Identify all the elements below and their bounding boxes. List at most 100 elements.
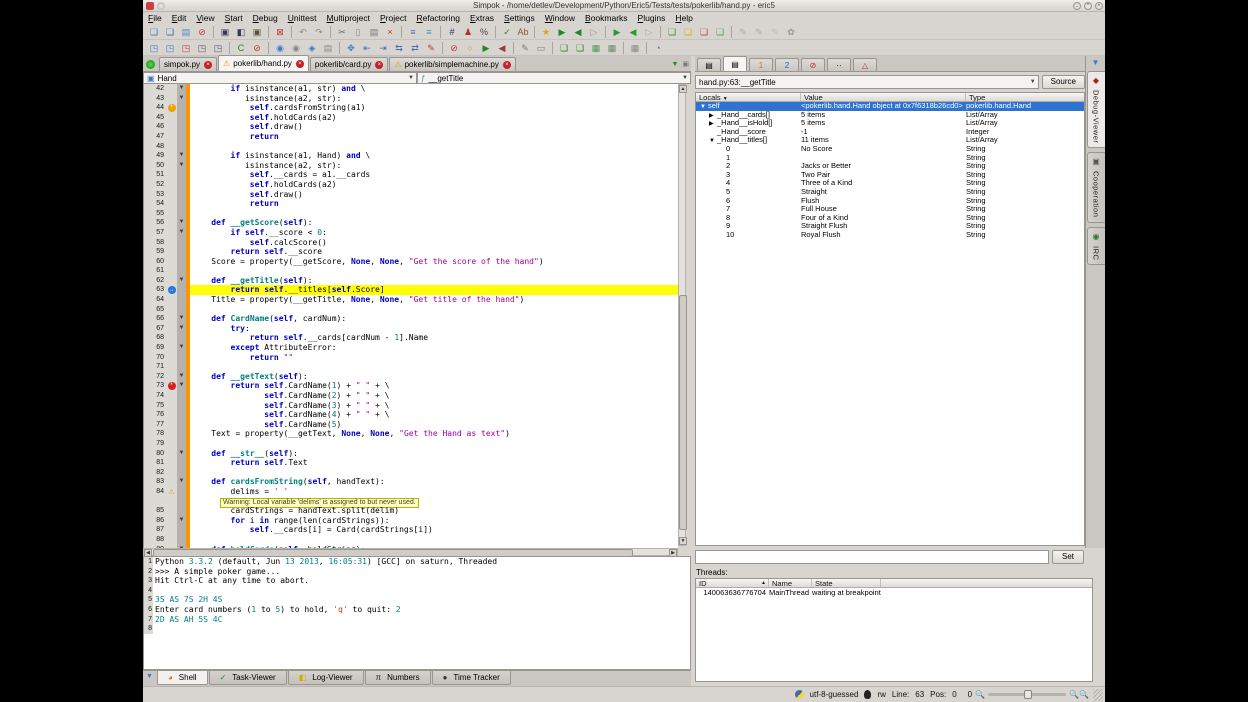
stop-debug-icon[interactable]: ⊘ (447, 41, 462, 55)
code-text[interactable]: def __str__(self): (190, 449, 678, 459)
warning-next-icon[interactable]: ▶ (610, 25, 625, 39)
zoom-slider[interactable] (988, 693, 1066, 696)
globals-tab[interactable]: ▤ (697, 58, 721, 71)
shell-line-3[interactable]: 3Hit Ctrl-C at any time to abort. (144, 576, 690, 586)
exceptions-tab[interactable]: △ (853, 58, 877, 71)
debugger-1-icon[interactable]: ❏ (557, 41, 572, 55)
editor-tab-pokerlib-hand-py[interactable]: ⚠pokerlib/hand.py× (218, 55, 309, 71)
debugger-4-icon[interactable]: ▦ (605, 41, 620, 55)
breakpoints-tab[interactable]: ⊘ (801, 58, 825, 71)
code-text[interactable]: return self.Text (190, 458, 678, 468)
bottom-tab-time-tracker[interactable]: ●Time Tracker (432, 671, 511, 685)
locals-row-2[interactable]: 2Jacks or BetterString (696, 162, 1084, 171)
bookmark-clear-icon[interactable]: ▷ (587, 25, 602, 39)
fold-open-icon[interactable]: ▼ (177, 84, 186, 94)
call-stack-tab[interactable]: 1 (749, 58, 773, 71)
close-button[interactable]: × (1095, 2, 1103, 10)
editor-line-45[interactable]: 45 self.holdCards(a2) (144, 113, 678, 123)
debug-script-icon[interactable]: ◈ (305, 41, 320, 55)
code-text[interactable]: return (190, 132, 678, 142)
code-text[interactable] (190, 439, 678, 449)
editor-line-84[interactable]: 84⚠ delims = ' ' (144, 487, 678, 497)
print-file-icon[interactable]: ▤ (179, 25, 194, 39)
continue-icon[interactable]: ▶ (479, 41, 494, 55)
view-profile-3-icon[interactable]: ◳ (179, 41, 194, 55)
locals-row-6[interactable]: 6FlushString (696, 197, 1084, 206)
threads-table-header[interactable]: ID ▲NameState (696, 579, 1092, 588)
editor-line-76[interactable]: 76 self.CardName(4) + " " + \ (144, 410, 678, 420)
locals-row--hand-cards-[interactable]: ▶_Hand__cards[]5 itemsList/Array (696, 111, 1084, 120)
minimize-button[interactable]: ⌄ (1073, 2, 1081, 10)
maximize-button[interactable]: ^ (1084, 2, 1092, 10)
tab-close-icon[interactable]: × (204, 61, 212, 69)
bottom-tab-shell[interactable]: ◕Shell (157, 671, 208, 685)
locals-row-8[interactable]: 8Four of a KindString (696, 214, 1084, 223)
fold-open-icon[interactable]: ▼ (177, 228, 186, 238)
editor-line-81[interactable]: 81 return self.Text (144, 458, 678, 468)
code-text[interactable] (190, 209, 678, 219)
syntax-check-icon[interactable]: ✓ (500, 25, 515, 39)
tab-close-icon[interactable]: × (503, 61, 511, 69)
menu-debug[interactable]: Debug (248, 13, 283, 23)
filter-icon[interactable]: ▼ (146, 673, 153, 680)
code-text[interactable] (190, 362, 678, 372)
open-file-icon[interactable]: ❏ (163, 25, 178, 39)
shell-line-1[interactable]: 1Python 3.3.2 (default, Jun 13 2013, 16:… (144, 557, 690, 567)
shell-line-4[interactable]: 4 (144, 586, 690, 596)
bottom-tab-log-viewer[interactable]: ◧Log-Viewer (288, 671, 364, 685)
editor-line-60[interactable]: 60 Score = property(__getScore, None, No… (144, 257, 678, 267)
spell-check-icon[interactable]: Ab (516, 25, 531, 39)
warning-prev-icon[interactable]: ◀ (626, 25, 641, 39)
shell-line-6[interactable]: 6Enter card numbers (1 to 5) to hold, 'q… (144, 605, 690, 615)
set-button[interactable]: Set (1052, 550, 1084, 564)
shell-line-2[interactable]: 2>>> A simple poker game... (144, 567, 690, 577)
editor-line-47[interactable]: 47 return (144, 132, 678, 142)
fold-open-icon[interactable]: ▼ (177, 94, 186, 104)
menu-help[interactable]: Help (670, 13, 697, 23)
editor-vscrollbar[interactable]: ▲ ▼ (678, 84, 686, 546)
code-text[interactable] (190, 305, 678, 315)
undo-icon[interactable]: ↶ (296, 25, 311, 39)
menu-edit[interactable]: Edit (167, 13, 192, 23)
editor-line-55[interactable]: 55 (144, 209, 678, 219)
view-profile-2-icon[interactable]: ◳ (163, 41, 178, 55)
code-text[interactable]: isinstance(a2, str): (190, 161, 678, 171)
menu-bookmarks[interactable]: Bookmarks (580, 13, 633, 23)
cut-icon[interactable]: ✂ (335, 25, 350, 39)
title-bar[interactable]: Simpok - /home/detlev/Development/Python… (143, 0, 1105, 12)
move-instruction-icon[interactable]: ✥ (344, 41, 359, 55)
warning-clear-icon[interactable]: ▷ (642, 25, 657, 39)
column-state[interactable]: State (812, 579, 881, 587)
bookmark-prev-icon[interactable]: ◀ (571, 25, 586, 39)
stop-icon[interactable]: ⊘ (250, 41, 265, 55)
copy-icon[interactable]: ▯ (351, 25, 366, 39)
save-file-icon[interactable]: ▣ (218, 25, 233, 39)
bookmark-next-icon[interactable]: ▶ (555, 25, 570, 39)
code-text[interactable]: self.draw() (190, 122, 678, 132)
editor-line-51[interactable]: 51 self.__cards = a1.__cards (144, 170, 678, 180)
column-type[interactable]: Type (966, 93, 1084, 101)
menu-settings[interactable]: Settings (499, 13, 540, 23)
quit-icon[interactable]: ⊠ (273, 25, 288, 39)
editor-line-42[interactable]: 42▼ if isinstance(a1, str) and \ (144, 84, 678, 94)
code-text[interactable]: if self.__score < 0: (190, 228, 678, 238)
fold-open-icon[interactable]: ▼ (177, 477, 186, 487)
code-text[interactable]: self.cardsFromString(a1) (190, 103, 678, 113)
fold-open-icon[interactable]: ▼ (177, 516, 186, 526)
fold-open-icon[interactable]: ▼ (177, 381, 186, 391)
locals-tab[interactable]: ▤ (723, 56, 747, 71)
tab-close-icon[interactable]: × (296, 60, 304, 68)
fold-open-icon[interactable]: ▼ (177, 276, 186, 286)
code-text[interactable]: self.holdCards(a2) (190, 113, 678, 123)
goto-last-edit-icon[interactable]: ♟ (461, 25, 476, 39)
sidebar-tab-irc[interactable]: ◉IRC (1087, 227, 1105, 265)
code-text[interactable]: if isinstance(a1, Hand) and \ (190, 151, 678, 161)
editor-line-57[interactable]: 57▼ if self.__score < 0: (144, 228, 678, 238)
editor-line-73[interactable]: 73*▼ return self.CardName(1) + " " + \ (144, 381, 678, 391)
editor-line-70[interactable]: 70 return "" (144, 353, 678, 363)
editor-line-75[interactable]: 75 self.CardName(3) + " " + \ (144, 401, 678, 411)
threads-table[interactable]: ID ▲NameState140063636776704MainThreadwa… (695, 578, 1093, 682)
edit-breakpoint-icon[interactable]: ✎ (424, 41, 439, 55)
locals-row-4[interactable]: 4Three of a KindString (696, 179, 1084, 188)
debug-project-icon[interactable]: ▤ (321, 41, 336, 55)
